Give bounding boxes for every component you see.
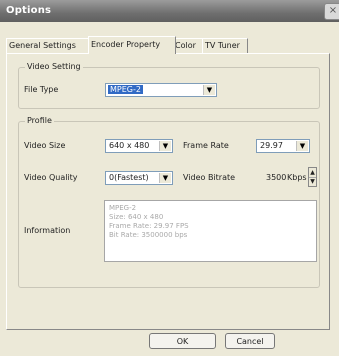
video-bitrate-unit: Kbps — [287, 173, 307, 182]
video-bitrate-label: Video Bitrate — [183, 173, 236, 182]
tab-general-settings[interactable]: General Settings — [6, 38, 91, 53]
video-size-value: 640 x 480 — [109, 141, 150, 150]
file-type-label: File Type — [24, 85, 59, 94]
encoder-property-panel: Video Setting File Type MPEG-2 ▼ Profile… — [6, 53, 330, 330]
window-title: Options — [6, 5, 52, 16]
dropdown-arrow-icon[interactable]: ▼ — [203, 85, 215, 95]
video-size-select[interactable]: 640 x 480 ▼ — [105, 139, 173, 153]
info-line: MPEG-2 — [109, 204, 137, 212]
options-dialog: Options × General Settings Encoder Prope… — [0, 0, 339, 356]
video-quality-value: 0(Fastest) — [109, 173, 149, 182]
file-type-select[interactable]: MPEG-2 ▼ — [105, 83, 217, 97]
dropdown-arrow-icon[interactable]: ▼ — [159, 141, 171, 151]
video-quality-label: Video Quality — [24, 173, 78, 182]
video-size-label: Video Size — [24, 141, 66, 150]
video-setting-legend: Video Setting — [25, 62, 83, 71]
ok-button[interactable]: OK — [149, 333, 216, 349]
dropdown-arrow-icon[interactable]: ▼ — [296, 141, 308, 151]
frame-rate-select[interactable]: 29.97 ▼ — [256, 139, 310, 153]
profile-legend: Profile — [25, 116, 54, 125]
video-bitrate-value[interactable]: 3500 — [266, 173, 286, 182]
info-line: Size: 640 x 480 — [109, 213, 164, 221]
information-label: Information — [24, 226, 71, 235]
video-bitrate-spinner[interactable]: ▲ ▼ — [308, 167, 317, 187]
file-type-value: MPEG-2 — [108, 85, 143, 94]
frame-rate-value: 29.97 — [260, 141, 283, 150]
dropdown-arrow-icon[interactable]: ▼ — [159, 173, 171, 183]
tab-color[interactable]: Color — [172, 38, 204, 53]
video-setting-group: Video Setting File Type MPEG-2 ▼ — [18, 62, 320, 109]
cancel-button[interactable]: Cancel — [225, 333, 275, 349]
frame-rate-label: Frame Rate — [183, 141, 229, 150]
information-box: MPEG-2 Size: 640 x 480 Frame Rate: 29.97… — [104, 200, 317, 262]
spin-down-icon[interactable]: ▼ — [309, 177, 316, 186]
tab-tv-tuner[interactable]: TV Tuner — [202, 38, 248, 53]
video-quality-select[interactable]: 0(Fastest) ▼ — [105, 171, 173, 185]
close-button[interactable]: × — [324, 3, 339, 20]
info-line: Frame Rate: 29.97 FPS — [109, 222, 189, 230]
info-line: Bit Rate: 3500000 bps — [109, 231, 188, 239]
tab-encoder-property[interactable]: Encoder Property — [88, 36, 176, 54]
title-bar[interactable]: Options × — [0, 0, 339, 22]
